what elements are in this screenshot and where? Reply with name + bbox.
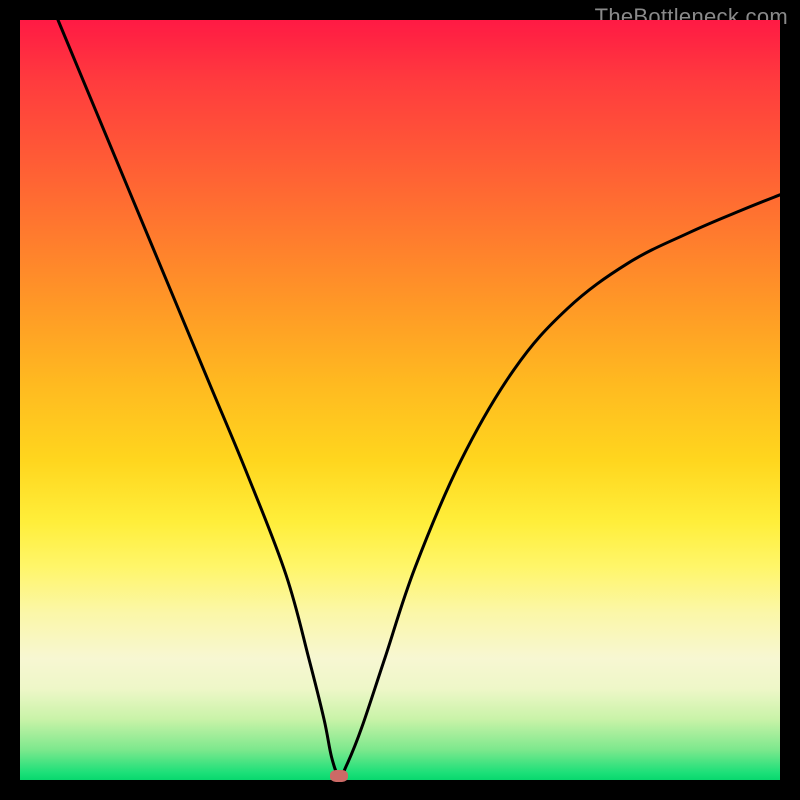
- minimum-marker: [330, 770, 348, 782]
- plot-area: [20, 20, 780, 780]
- chart-frame: TheBottleneck.com: [0, 0, 800, 800]
- bottleneck-curve: [20, 20, 780, 780]
